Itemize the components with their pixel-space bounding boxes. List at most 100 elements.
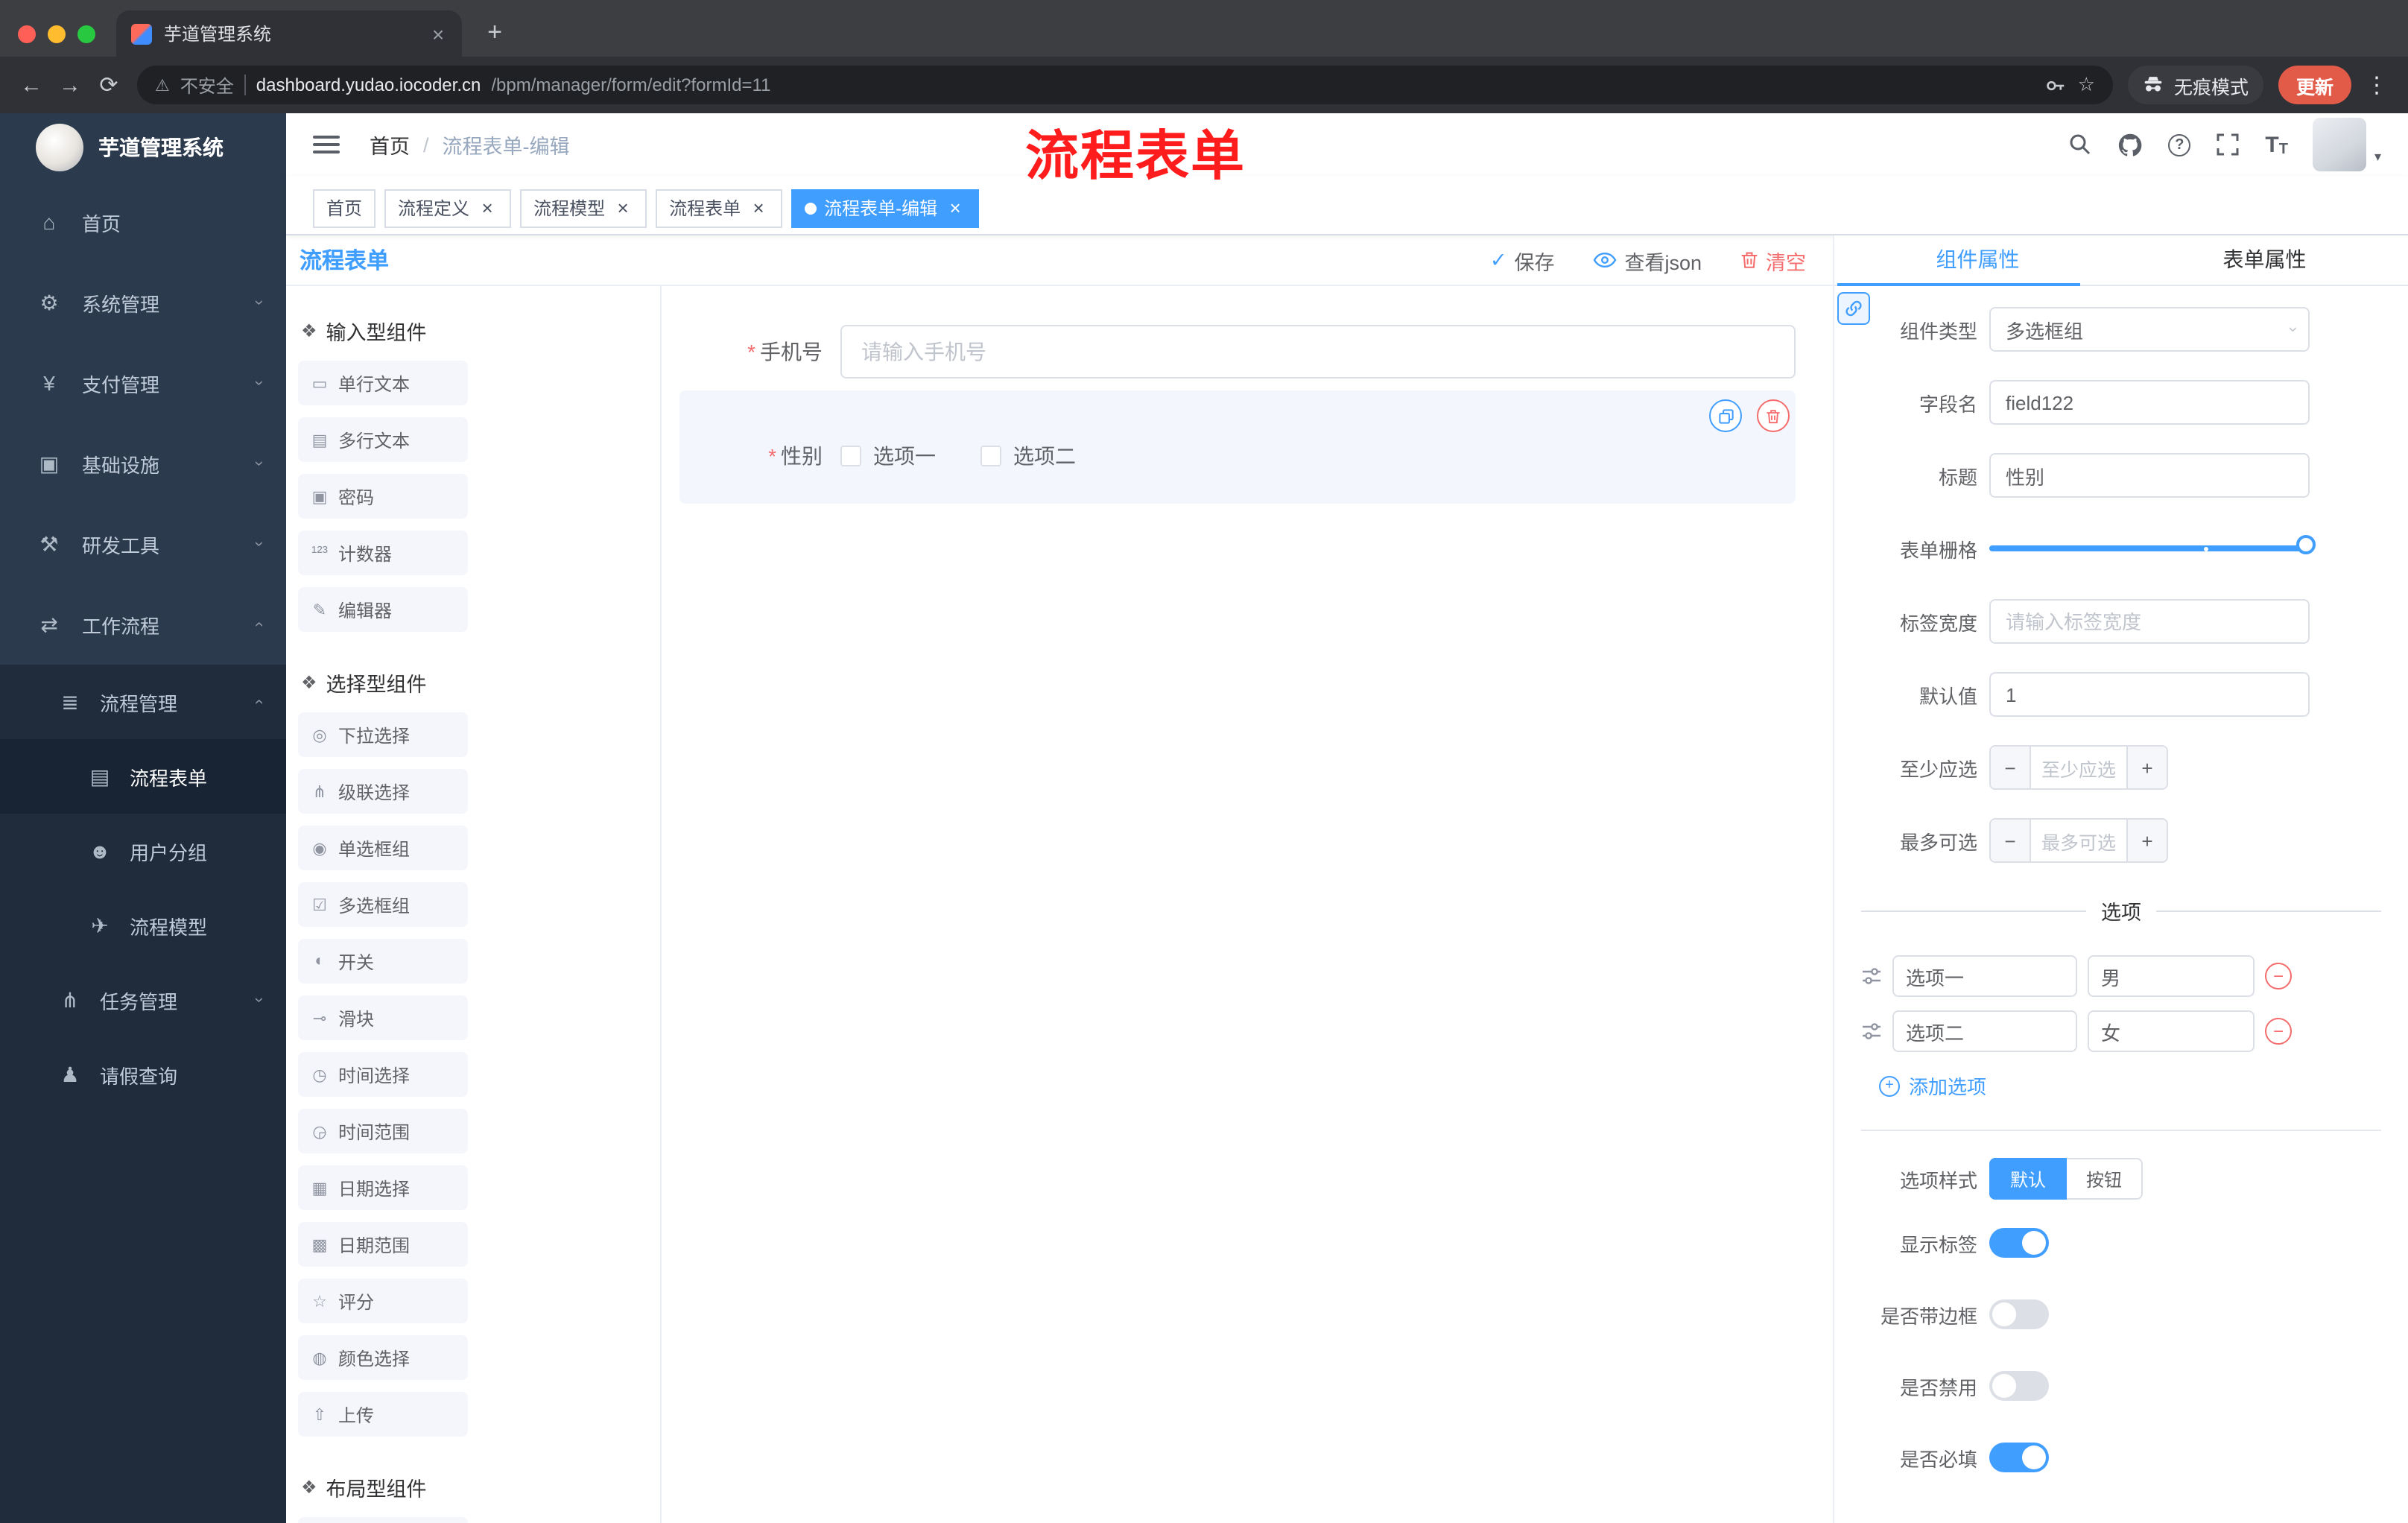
bookmark-star-icon[interactable]: ☆ [2078,73,2095,97]
component-item-cascader[interactable]: ⋔ 级联选择 [298,769,468,814]
component-item-editor[interactable]: ✎ 编辑器 [298,587,468,632]
max-select-value[interactable]: 最多可选 [2031,820,2126,861]
phone-input[interactable] [840,325,1796,379]
search-icon[interactable] [2068,133,2092,156]
back-button[interactable]: ← [12,66,51,104]
option-value-input[interactable] [2088,1010,2255,1052]
component-item-textarea[interactable]: ▤ 多行文本 [298,417,468,462]
tag-process-form[interactable]: 流程表单 × [656,189,783,227]
border-switch[interactable] [1989,1299,2049,1329]
component-item-rate[interactable]: ☆ 评分 [298,1279,468,1323]
close-icon[interactable]: × [748,197,769,218]
component-item-date-picker[interactable]: ▦ 日期选择 [298,1165,468,1210]
drag-handle-icon[interactable] [1861,966,1882,987]
form-canvas[interactable]: 手机号 [662,286,1833,1523]
clear-button[interactable]: 清空 [1740,245,1806,275]
disabled-switch[interactable] [1989,1371,2049,1401]
component-item-select[interactable]: ◎ 下拉选择 [298,712,468,757]
checkbox-icon[interactable] [840,446,861,466]
default-value-input[interactable] [1989,672,2310,717]
component-item-color-picker[interactable]: ◍ 颜色选择 [298,1335,468,1380]
browser-tab[interactable]: 芋道管理系统 × [116,10,462,57]
component-item-counter[interactable]: ¹²³ 计数器 [298,531,468,575]
forward-button[interactable]: → [51,66,89,104]
github-icon[interactable] [2117,132,2143,157]
sidebar-item-payment[interactable]: ¥ 支付管理 › [0,343,286,423]
slider-track[interactable] [1989,545,2310,551]
tab-component-props[interactable]: 组件属性 [1834,235,2121,286]
option-label-input[interactable] [1892,955,2077,997]
sidebar-item-process-model[interactable]: ✈ 流程模型 [0,888,286,963]
sidebar-item-user-group[interactable]: ☻ 用户分组 [0,814,286,888]
decrease-button[interactable]: − [1991,820,2031,861]
save-button[interactable]: ✓ 保存 [1490,245,1555,275]
increase-button[interactable]: + [2126,820,2167,861]
style-default-button[interactable]: 默认 [1989,1158,2068,1200]
gender-option-1[interactable]: 选项一 [840,441,936,471]
component-item-switch[interactable]: ◐ 开关 [298,939,468,984]
browser-update-button[interactable]: 更新 [2278,66,2351,104]
tag-process-form-edit[interactable]: 流程表单-编辑 × [791,189,980,227]
sidebar-logo[interactable]: 芋道管理系统 [0,113,286,182]
view-json-button[interactable]: 查看json [1593,245,1702,275]
option-value-input[interactable] [2088,955,2255,997]
hamburger-icon[interactable] [313,136,340,153]
tab-close-icon[interactable]: × [426,22,450,45]
tag-process-definition[interactable]: 流程定义 × [384,189,512,227]
tag-home[interactable]: 首页 [313,189,376,227]
add-option-button[interactable]: + 添加选项 [1879,1071,2408,1100]
option-label-input[interactable] [1892,1010,2077,1052]
label-width-input[interactable] [1989,599,2310,644]
sidebar-item-workflow[interactable]: ⇄ 工作流程 › [0,584,286,665]
close-icon[interactable]: × [945,197,966,218]
window-minimize-button[interactable] [48,25,66,43]
delete-component-button[interactable] [1757,399,1790,432]
component-item-password[interactable]: ▣ 密码 [298,474,468,519]
remove-option-button[interactable]: − [2265,1018,2292,1045]
field-name-input[interactable] [1989,380,2310,425]
component-item-time-picker[interactable]: ◷ 时间选择 [298,1052,468,1097]
slider-handle[interactable] [2296,535,2316,554]
gender-option-2[interactable]: 选项二 [980,441,1076,471]
reload-button[interactable]: ⟳ [89,66,128,104]
sidebar-item-process-management[interactable]: ≣ 流程管理 › [0,665,286,739]
component-item-time-range[interactable]: ◶ 时间范围 [298,1109,468,1153]
help-icon[interactable]: ? [2168,133,2191,156]
password-key-icon[interactable] [2045,74,2068,96]
component-item-slider[interactable]: ⊸ 滑块 [298,995,468,1040]
window-close-button[interactable] [18,25,36,43]
style-button-button[interactable]: 按钮 [2067,1158,2144,1200]
sidebar-item-system[interactable]: ⚙ 系统管理 › [0,262,286,343]
sidebar-item-process-form[interactable]: ▤ 流程表单 [0,739,286,814]
drag-handle-icon[interactable] [1861,1021,1882,1042]
breadcrumb-home[interactable]: 首页 [370,130,410,159]
phone-field-row[interactable]: 手机号 [679,325,1796,379]
component-item-upload[interactable]: ⇧ 上传 [298,1392,468,1437]
close-icon[interactable]: × [612,197,633,218]
window-zoom-button[interactable] [77,25,95,43]
tag-process-model[interactable]: 流程模型 × [520,189,647,227]
title-input[interactable] [1989,453,2310,498]
component-item-row-container[interactable]: ◫行容器 [298,1517,468,1523]
fullscreen-icon[interactable] [2216,133,2240,156]
address-bar[interactable]: ⚠ 不安全 dashboard.yudao.iocoder.cn /bpm/ma… [137,66,2113,104]
sidebar-item-devtools[interactable]: ⚒ 研发工具 › [0,504,286,584]
component-type-select[interactable]: 多选框组 › [1989,307,2310,352]
show-label-switch[interactable] [1989,1228,2049,1258]
component-item-date-range[interactable]: ▩ 日期范围 [298,1222,468,1267]
checkbox-icon[interactable] [980,446,1001,466]
decrease-button[interactable]: − [1991,747,2031,788]
remove-option-button[interactable]: − [2265,963,2292,990]
link-badge-icon[interactable] [1837,292,1870,325]
close-icon[interactable]: × [477,197,498,218]
tab-form-props[interactable]: 表单属性 [2121,235,2408,285]
copy-component-button[interactable] [1709,399,1742,432]
sidebar-item-task-management[interactable]: ⋔ 任务管理 › [0,963,286,1037]
sidebar-item-leave-query[interactable]: ♟ 请假查询 [0,1037,286,1112]
user-avatar[interactable] [2313,118,2367,171]
component-item-radio-group[interactable]: ◉ 单选框组 [298,826,468,870]
component-item-single-text[interactable]: ▭ 单行文本 [298,361,468,405]
browser-menu-icon[interactable]: ⋮ [2363,72,2390,98]
selected-component-block[interactable]: 性别 选项一 选项二 [679,390,1796,504]
new-tab-button[interactable]: + [477,18,513,48]
